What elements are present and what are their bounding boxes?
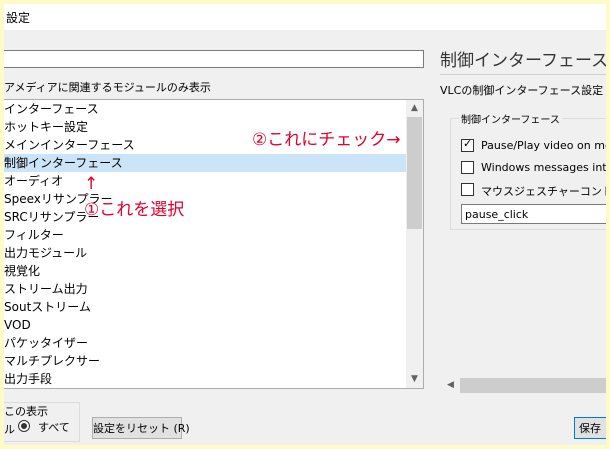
window-title: 設定	[6, 11, 31, 25]
radio-dot-icon	[21, 423, 27, 429]
mouse-gesture-checkbox-label[interactable]: マウスジェスチャーコントロールインターフェース	[481, 183, 606, 199]
list-item[interactable]: 視覚化	[4, 262, 407, 280]
annotation-check: ②これにチェック→	[252, 130, 401, 150]
show-settings-group: この表示 ル すべて	[4, 402, 80, 442]
filter-hint-label: アメディアに関連するモジュールのみ表示	[4, 81, 211, 94]
panel-horizontal-scrollbar[interactable]: ◀	[442, 377, 606, 394]
mouse-gesture-checkbox[interactable]	[461, 183, 474, 196]
preferences-window: 設定 アメディアに関連するモジュールのみ表示 インターフェース ホットキー設定 メイ…	[4, 4, 606, 445]
extra-interface-input[interactable]	[461, 204, 606, 224]
list-item[interactable]: 出力モジュール	[4, 244, 407, 262]
list-item[interactable]: 制御インターフェース	[4, 154, 407, 172]
list-item[interactable]: 出力手段	[4, 370, 407, 388]
windows-messages-checkbox-label[interactable]: Windows messages interface	[481, 161, 606, 174]
chevron-up-icon[interactable]: ▲	[406, 100, 423, 117]
list-item[interactable]: VOD	[4, 316, 407, 334]
list-item[interactable]: マルチプレクサー	[4, 352, 407, 370]
section-divider	[440, 74, 606, 75]
chevron-down-icon[interactable]: ▼	[406, 371, 423, 388]
list-item[interactable]: ストリーム出力	[4, 280, 407, 298]
list-item[interactable]: フィルター	[4, 226, 407, 244]
section-title: 制御インターフェース	[440, 51, 606, 71]
pause-play-checkbox-label[interactable]: Pause/Play video on mouse click	[481, 139, 606, 152]
annotation-select: ①これを選択	[84, 200, 185, 220]
list-item[interactable]: パケッタイザー	[4, 334, 407, 352]
check-icon: ✓	[463, 137, 473, 150]
control-interface-group: 制御インターフェース ✓ Pause/Play video on mouse c…	[450, 111, 606, 230]
all-radio-label[interactable]: すべて	[38, 419, 70, 435]
list-item[interactable]: SRCリサンプラー	[4, 208, 407, 226]
list-item[interactable]: Speexリサンプラー	[4, 190, 407, 208]
chevron-left-icon[interactable]: ◀	[442, 377, 459, 394]
list-scroll-thumb[interactable]	[407, 117, 422, 229]
panel-scroll-thumb[interactable]	[460, 378, 606, 393]
pause-play-checkbox[interactable]: ✓	[461, 137, 474, 152]
show-settings-label: この表示	[4, 403, 48, 419]
annotation-up-arrow: ↑	[84, 174, 99, 194]
list-item[interactable]: Soutストリーム	[4, 298, 407, 316]
all-radio[interactable]	[18, 420, 30, 432]
reset-preferences-button[interactable]: 設定をリセット (R)	[92, 417, 190, 439]
list-item[interactable]: オーディオ	[4, 172, 407, 190]
module-filter-input[interactable]	[4, 50, 424, 68]
section-subtitle: VLCの制御インターフェース設定	[440, 84, 604, 97]
title-bar: 設定	[4, 4, 606, 30]
list-vertical-scrollbar[interactable]: ▲ ▼	[406, 100, 423, 388]
windows-messages-checkbox[interactable]	[461, 161, 474, 174]
save-button[interactable]: 保存	[574, 417, 606, 439]
control-group-label: 制御インターフェース	[459, 111, 562, 126]
list-item[interactable]: インターフェース	[4, 100, 407, 118]
simple-radio-label[interactable]: ル	[4, 421, 15, 437]
